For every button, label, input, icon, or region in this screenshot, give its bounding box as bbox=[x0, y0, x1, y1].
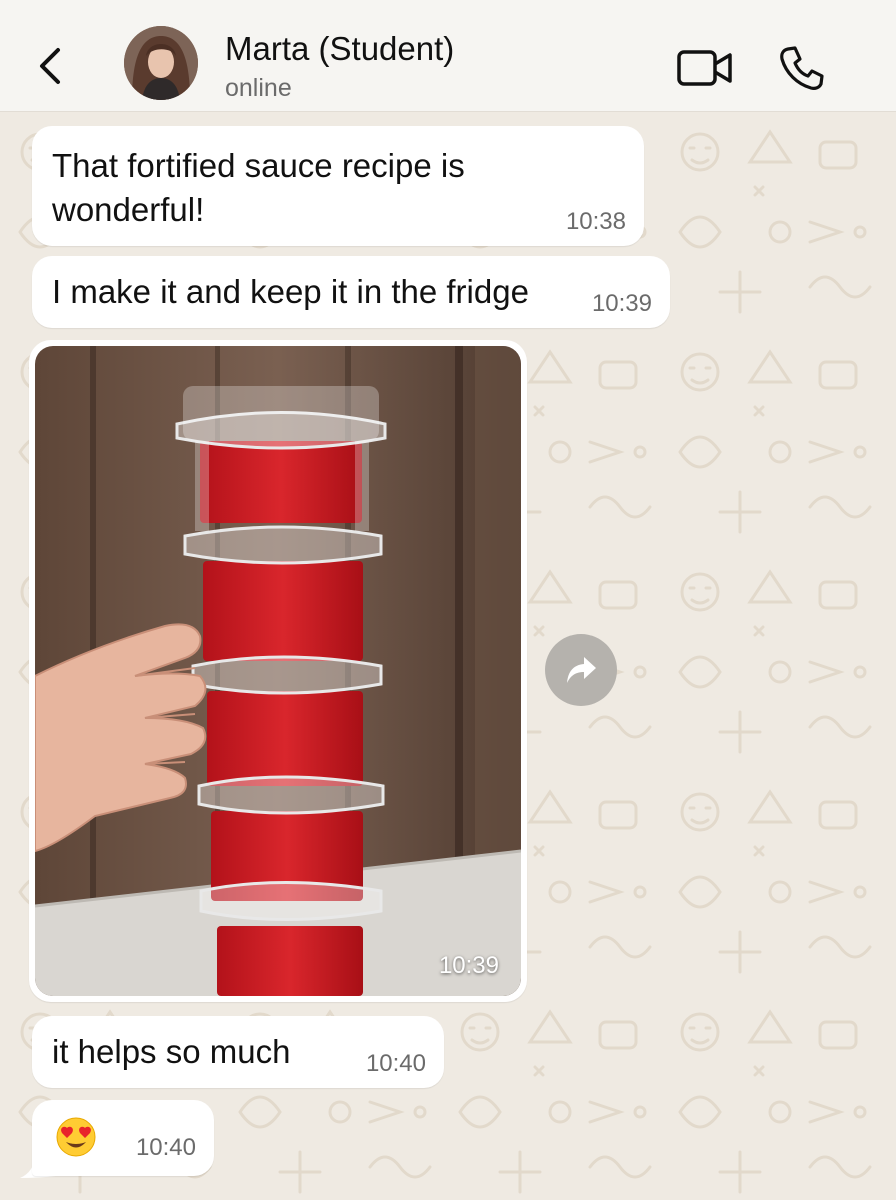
chevron-left-icon bbox=[40, 48, 60, 84]
photo-time: 10:39 bbox=[438, 952, 499, 979]
contact-avatar[interactable] bbox=[124, 26, 198, 100]
avatar-image bbox=[124, 26, 198, 100]
forward-button[interactable] bbox=[545, 634, 617, 706]
voice-call-button[interactable] bbox=[770, 38, 834, 98]
image-message-bubble[interactable]: 10:39 bbox=[29, 340, 527, 1002]
contact-status: online bbox=[225, 74, 292, 102]
message-time: 10:40 bbox=[135, 1134, 196, 1161]
contact-name[interactable]: Marta (Student) bbox=[225, 30, 454, 68]
video-camera-icon bbox=[677, 50, 732, 86]
back-button[interactable] bbox=[28, 40, 72, 92]
message-time: 10:38 bbox=[565, 208, 626, 235]
message-bubble[interactable]: That fortified sauce recipe is wonderful… bbox=[32, 126, 644, 246]
video-call-button[interactable] bbox=[670, 42, 740, 94]
message-text: wonderful! bbox=[52, 191, 205, 228]
message-bubble[interactable]: 10:40 bbox=[32, 1100, 214, 1176]
message-photo[interactable]: 10:39 bbox=[35, 346, 521, 996]
phone-icon bbox=[780, 46, 824, 90]
chat-header: Marta (Student) online bbox=[0, 0, 896, 112]
message-text: it helps so much bbox=[52, 1033, 291, 1070]
sauce-containers-photo bbox=[35, 346, 521, 996]
message-bubble[interactable]: I make it and keep it in the fridge 10:3… bbox=[32, 256, 670, 328]
message-text: I make it and keep it in the fridge bbox=[52, 273, 529, 310]
message-time: 10:40 bbox=[365, 1050, 426, 1077]
message-bubble[interactable]: it helps so much 10:40 bbox=[32, 1016, 444, 1088]
chat-area[interactable]: That fortified sauce recipe is wonderful… bbox=[0, 112, 896, 1200]
forward-arrow-icon bbox=[567, 657, 596, 683]
heart-eyes-emoji-icon bbox=[56, 1117, 96, 1157]
message-time: 10:39 bbox=[591, 290, 652, 317]
message-text: That fortified sauce recipe is bbox=[52, 147, 465, 184]
